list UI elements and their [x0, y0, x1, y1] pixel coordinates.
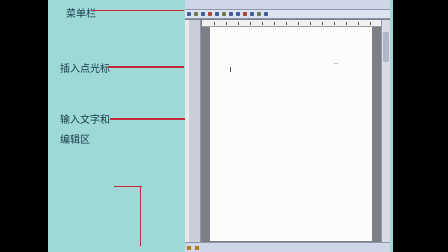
pointer-ruler	[114, 186, 142, 187]
toolbar-button-icon[interactable]	[222, 12, 226, 16]
label-menubar: 菜单栏	[66, 9, 96, 20]
pointer-ruler-vertical	[140, 186, 141, 246]
vertical-scrollbar[interactable]	[381, 20, 390, 242]
toolbar-button-icon[interactable]	[201, 12, 205, 16]
horizontal-ruler[interactable]	[202, 20, 388, 27]
toolbar-button-icon[interactable]	[236, 12, 240, 16]
menu-bar[interactable]	[185, 0, 390, 10]
label-edit-area-line2: 编辑区	[60, 135, 90, 146]
toolbar-button-icon[interactable]	[250, 12, 254, 16]
toolbar-button-icon[interactable]	[243, 12, 247, 16]
vertical-ruler	[185, 20, 189, 242]
toolbar-button-icon[interactable]	[208, 12, 212, 16]
pointer-cursor	[108, 66, 184, 68]
document-page[interactable]	[210, 27, 372, 241]
label-edit-area-line1: 输入文字和	[60, 115, 110, 126]
toolbar	[185, 10, 390, 19]
label-cursor: 插入点光标	[60, 64, 110, 75]
toolbar-button-icon[interactable]	[229, 12, 233, 16]
word-window	[185, 0, 390, 252]
slide: 菜单栏 插入点光标 输入文字和 编辑区	[48, 0, 393, 252]
pointer-menubar	[92, 10, 184, 11]
view-button-icon[interactable]	[187, 245, 191, 250]
scrollbar-thumb[interactable]	[383, 32, 389, 62]
toolbar-button-icon[interactable]	[187, 12, 191, 16]
toolbar-button-icon[interactable]	[194, 12, 198, 16]
status-bar	[185, 242, 390, 252]
view-button-icon[interactable]	[195, 245, 199, 250]
toolbar-button-icon[interactable]	[257, 12, 261, 16]
toolbar-button-icon[interactable]	[264, 12, 268, 16]
toolbar-button-icon[interactable]	[215, 12, 219, 16]
page-mark	[334, 63, 338, 64]
insertion-cursor	[230, 67, 231, 72]
